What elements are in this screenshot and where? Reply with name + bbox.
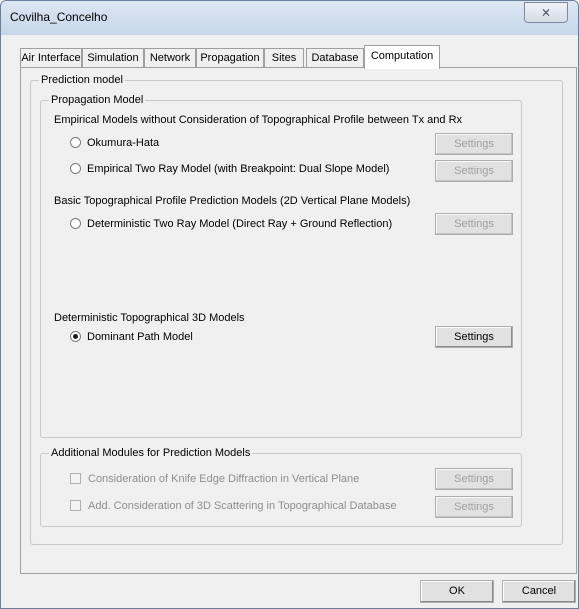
dominant-path-settings-button[interactable]: Settings: [435, 326, 513, 348]
knife-edge-option[interactable]: Consideration of Knife Edge Diffraction …: [70, 473, 359, 485]
basic-topographical-heading: Basic Topographical Profile Prediction M…: [54, 195, 411, 207]
scattering-checkbox[interactable]: [70, 500, 81, 511]
deterministic-two-ray-radio[interactable]: [70, 218, 81, 229]
tab-simulation[interactable]: Simulation: [82, 48, 144, 68]
scattering-settings-button[interactable]: Settings: [435, 496, 513, 518]
empirical-models-heading: Empirical Models without Consideration o…: [54, 114, 463, 126]
dominant-path-radio[interactable]: [70, 331, 81, 342]
tab-database[interactable]: Database: [306, 48, 364, 68]
okumura-hata-label: Okumura-Hata: [87, 137, 160, 149]
scattering-option[interactable]: Add. Consideration of 3D Scattering in T…: [70, 500, 397, 512]
deterministic-two-ray-label: Deterministic Two Ray Model (Direct Ray …: [87, 218, 393, 230]
tab-propagation[interactable]: Propagation: [196, 48, 264, 68]
okumura-hata-settings-button[interactable]: Settings: [435, 133, 513, 155]
tab-air-interface[interactable]: Air Interface: [20, 48, 82, 68]
knife-edge-settings-button[interactable]: Settings: [435, 468, 513, 490]
propagation-model-label: Propagation Model: [49, 94, 146, 106]
empirical-two-ray-radio[interactable]: [70, 163, 81, 174]
knife-edge-checkbox[interactable]: [70, 473, 81, 484]
okumura-hata-radio[interactable]: [70, 137, 81, 148]
title-bar[interactable]: Covilha_Concelho ⨯: [1, 1, 578, 35]
empirical-two-ray-settings-button[interactable]: Settings: [435, 160, 513, 182]
close-icon: ⨯: [540, 5, 552, 19]
dominant-path-option[interactable]: Dominant Path Model: [70, 331, 193, 345]
cancel-button[interactable]: Cancel: [502, 580, 576, 603]
deterministic-two-ray-settings-button[interactable]: Settings: [435, 213, 513, 235]
ok-button[interactable]: OK: [420, 580, 494, 603]
deterministic-two-ray-option[interactable]: Deterministic Two Ray Model (Direct Ray …: [70, 218, 392, 232]
additional-modules-label: Additional Modules for Prediction Models: [49, 447, 253, 459]
tab-computation[interactable]: Computation: [364, 45, 440, 69]
scattering-label: Add. Consideration of 3D Scattering in T…: [88, 500, 397, 512]
dominant-path-label: Dominant Path Model: [87, 331, 193, 343]
okumura-hata-option[interactable]: Okumura-Hata: [70, 137, 159, 151]
tab-network[interactable]: Network: [144, 48, 196, 68]
prediction-model-label: Prediction model: [39, 74, 125, 86]
empirical-two-ray-option[interactable]: Empirical Two Ray Model (with Breakpoint…: [70, 163, 389, 177]
window-title: Covilha_Concelho: [10, 10, 108, 24]
deterministic-3d-heading: Deterministic Topographical 3D Models: [54, 312, 245, 324]
knife-edge-label: Consideration of Knife Edge Diffraction …: [88, 473, 360, 485]
tab-sites[interactable]: Sites: [264, 48, 304, 68]
empirical-two-ray-label: Empirical Two Ray Model (with Breakpoint…: [87, 163, 390, 175]
close-button[interactable]: ⨯: [524, 2, 568, 23]
